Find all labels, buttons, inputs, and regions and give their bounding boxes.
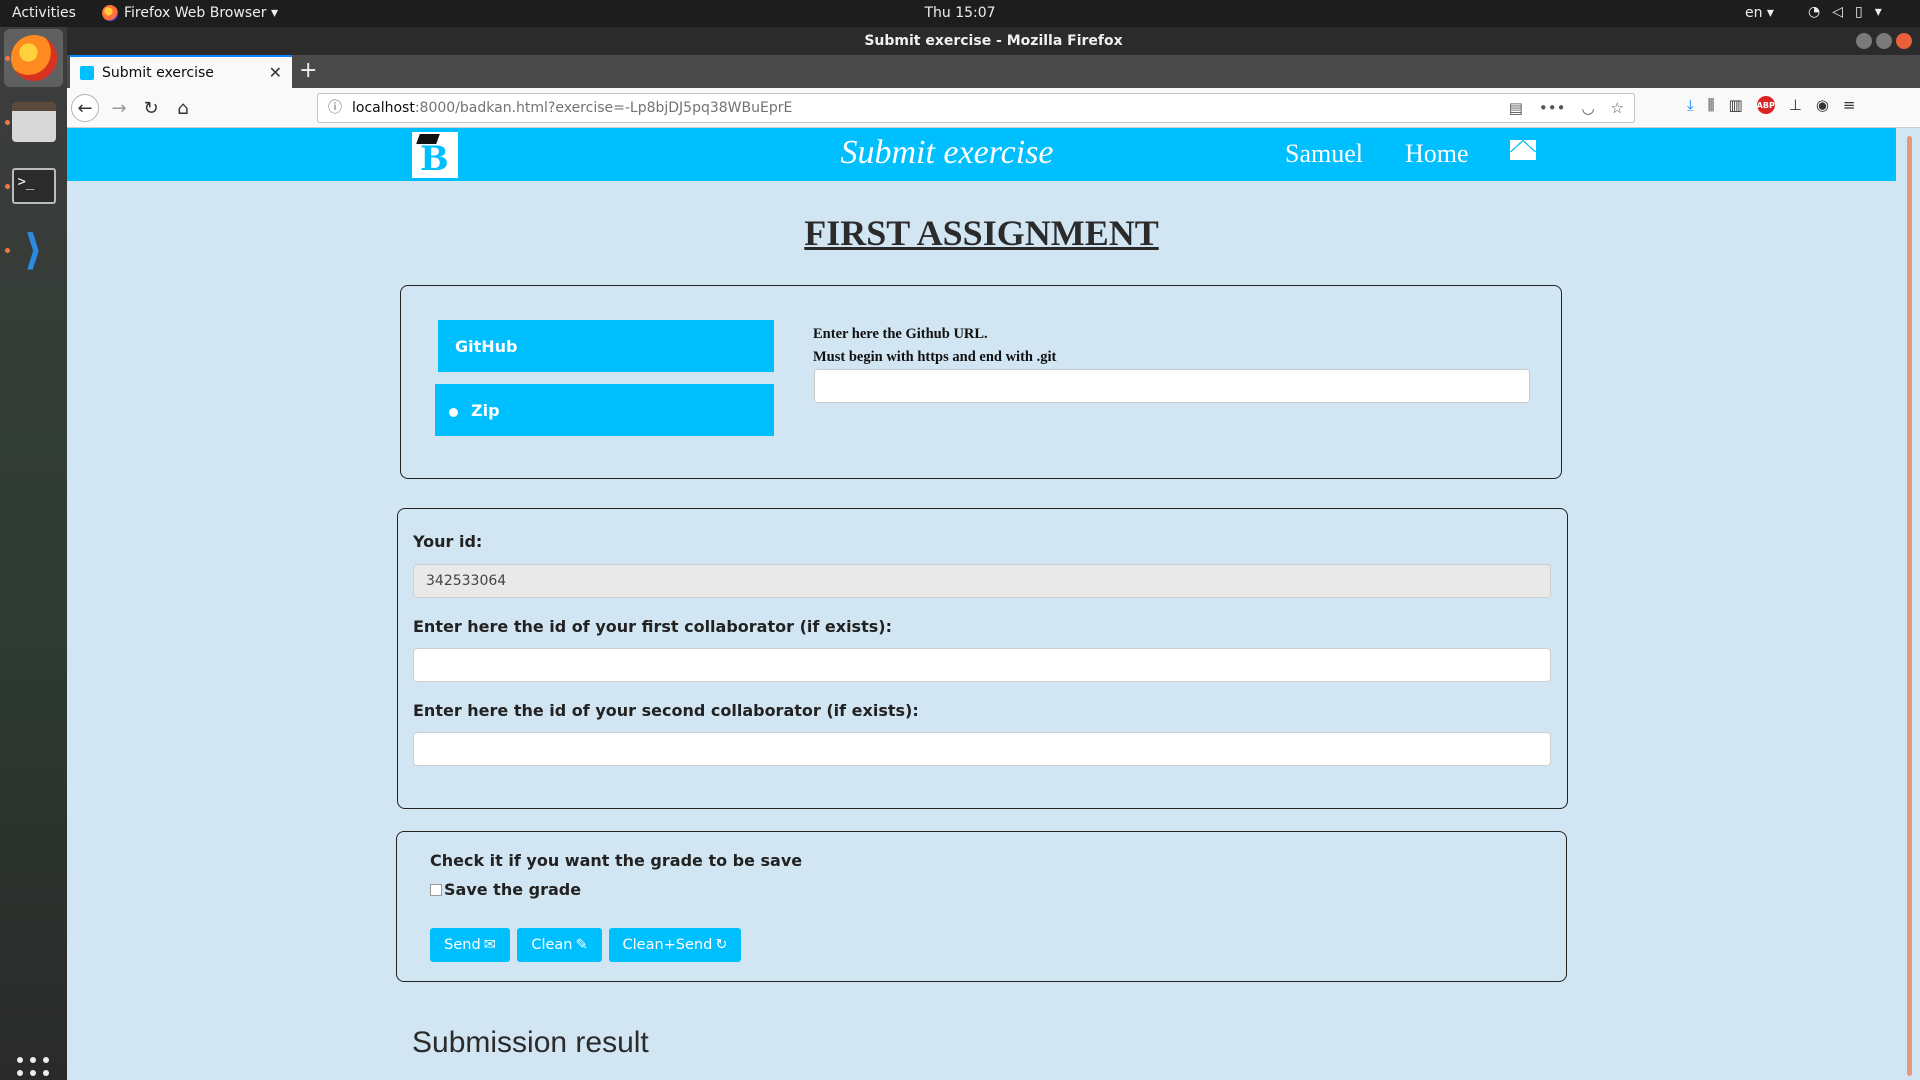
send-button[interactable]: Send ✉	[430, 928, 510, 962]
mail-icon[interactable]	[1510, 140, 1536, 160]
site-header: B Submit exercise Samuel Home	[67, 128, 1896, 181]
clock[interactable]: Thu 15:07	[924, 5, 995, 21]
clean-send-button[interactable]: Clean+Send ↻	[609, 928, 741, 962]
library-icon[interactable]: ⫼	[1708, 96, 1715, 114]
header-title: Submit exercise	[840, 134, 1054, 171]
dock-firefox[interactable]	[4, 29, 63, 87]
home-icon[interactable]: ⌂	[169, 94, 197, 122]
downloads-icon[interactable]: ⤓	[1687, 96, 1694, 114]
page-actions-icon[interactable]: •••	[1539, 94, 1566, 122]
dock: >_ ⟩	[0, 27, 67, 1080]
bookmark-star-icon[interactable]: ☆	[1611, 94, 1624, 122]
eraser-icon: ✎	[575, 937, 588, 953]
zip-option-label: Zip	[471, 400, 500, 420]
minimize-icon[interactable]	[1856, 33, 1872, 49]
grade-actions-panel: Check it if you want the grade to be sav…	[396, 831, 1567, 982]
clean-label: Clean	[531, 937, 573, 953]
navigation-bar: ← → ↻ ⌂ ⓘ localhost:8000/badkan.html?exe…	[67, 88, 1920, 128]
ids-panel: Your id: 342533064 Enter here the id of …	[397, 508, 1568, 809]
url-host: localhost	[352, 100, 415, 116]
save-grade-row: Save the grade	[430, 880, 581, 899]
refresh-icon: ↻	[715, 937, 728, 953]
your-id-label: Your id:	[413, 532, 483, 551]
volume-icon: ◁	[1832, 4, 1843, 20]
show-applications-icon[interactable]	[17, 1057, 49, 1080]
menu-icon[interactable]: ≡	[1843, 96, 1856, 114]
wifi-icon: ◔	[1808, 4, 1821, 20]
forward-icon[interactable]: →	[105, 94, 133, 122]
dock-terminal[interactable]: >_	[4, 157, 63, 215]
tab-submit-exercise[interactable]: Submit exercise ✕	[70, 55, 292, 88]
nav-user-link[interactable]: Samuel	[1285, 139, 1363, 169]
adblock-icon[interactable]: ABP	[1757, 96, 1775, 114]
dock-vscode[interactable]: ⟩	[4, 221, 63, 279]
window-titlebar: Submit exercise - Mozilla Firefox	[67, 27, 1920, 55]
battery-icon: ▯	[1855, 4, 1863, 20]
clean-button[interactable]: Clean ✎	[517, 928, 602, 962]
dock-files[interactable]	[4, 93, 63, 151]
back-icon[interactable]: ←	[71, 94, 99, 122]
url-bar[interactable]: ⓘ localhost:8000/badkan.html?exercise=-L…	[317, 93, 1635, 123]
collaborator1-input[interactable]	[413, 648, 1551, 682]
site-info-icon[interactable]: ⓘ	[328, 94, 342, 122]
terminal-icon: >_	[11, 168, 56, 204]
app-menu[interactable]: Firefox Web Browser ▾	[102, 5, 278, 21]
collaborator2-label: Enter here the id of your second collabo…	[413, 701, 919, 720]
close-tab-icon[interactable]: ✕	[269, 63, 282, 82]
chevron-down-icon: ▾	[1874, 4, 1882, 20]
github-url-input[interactable]	[814, 369, 1530, 403]
submission-result-heading: Submission result	[412, 1026, 649, 1059]
github-option-button[interactable]: GitHub	[438, 320, 774, 372]
save-grade-checkbox[interactable]	[430, 883, 442, 896]
favicon-icon	[80, 65, 94, 80]
nav-home-link[interactable]: Home	[1405, 139, 1469, 169]
pocket-icon[interactable]: ◡	[1581, 94, 1594, 122]
submission-type-panel: GitHub Zip Enter here the Github URL. Mu…	[400, 285, 1562, 479]
reader-view-icon[interactable]: ▤	[1509, 94, 1523, 122]
extension-icon[interactable]: ⊥	[1789, 96, 1802, 114]
collaborator2-input[interactable]	[413, 732, 1551, 766]
account-icon[interactable]: ◉	[1816, 96, 1829, 114]
github-url-hint-line1: Enter here the Github URL.	[813, 326, 988, 342]
language-indicator[interactable]: en ▾	[1745, 5, 1774, 21]
page-viewport: B Submit exercise Samuel Home FIRST ASSI…	[67, 128, 1920, 1080]
send-label: Send	[444, 937, 481, 953]
new-tab-icon[interactable]: +	[299, 58, 317, 83]
github-url-hint-line2: Must begin with https and end with .git	[813, 349, 1057, 365]
sidebar-icon[interactable]: ▥	[1729, 96, 1743, 114]
firefox-icon	[10, 35, 57, 81]
github-option-label: GitHub	[455, 336, 518, 356]
github-url-hint: Enter here the Github URL. Must begin wi…	[813, 323, 1056, 369]
clean-send-label: Clean+Send	[622, 937, 713, 953]
vscode-icon: ⟩	[23, 225, 44, 274]
page-title: FIRST ASSIGNMENT	[804, 213, 1159, 253]
system-tray[interactable]: ◔ ◁ ▯ ▾	[1808, 4, 1882, 20]
files-icon	[11, 102, 56, 142]
maximize-icon[interactable]	[1876, 33, 1892, 49]
app-menu-label: Firefox Web Browser ▾	[124, 5, 278, 21]
envelope-icon: ✉	[483, 937, 496, 953]
url-path: :8000/badkan.html?exercise=-Lp8bjDJ5pq38…	[414, 100, 793, 116]
activities-button[interactable]: Activities	[12, 5, 76, 21]
collaborator1-label: Enter here the id of your first collabor…	[413, 617, 892, 636]
tab-strip: Submit exercise ✕ +	[67, 55, 1920, 88]
close-window-icon[interactable]	[1896, 33, 1912, 49]
selected-radio-icon	[449, 407, 458, 417]
save-grade-label: Save the grade	[444, 880, 582, 899]
zip-option-button[interactable]: Zip	[435, 384, 774, 436]
firefox-icon	[102, 5, 118, 21]
window-title: Submit exercise - Mozilla Firefox	[864, 33, 1123, 49]
tab-title: Submit exercise	[102, 64, 214, 81]
reload-icon[interactable]: ↻	[137, 94, 165, 122]
scrollbar-thumb[interactable]	[1907, 136, 1912, 1076]
your-id-input[interactable]: 342533064	[413, 564, 1551, 598]
save-grade-title: Check it if you want the grade to be sav…	[430, 851, 803, 870]
system-top-bar: Activities Firefox Web Browser ▾ Thu 15:…	[0, 0, 1920, 27]
